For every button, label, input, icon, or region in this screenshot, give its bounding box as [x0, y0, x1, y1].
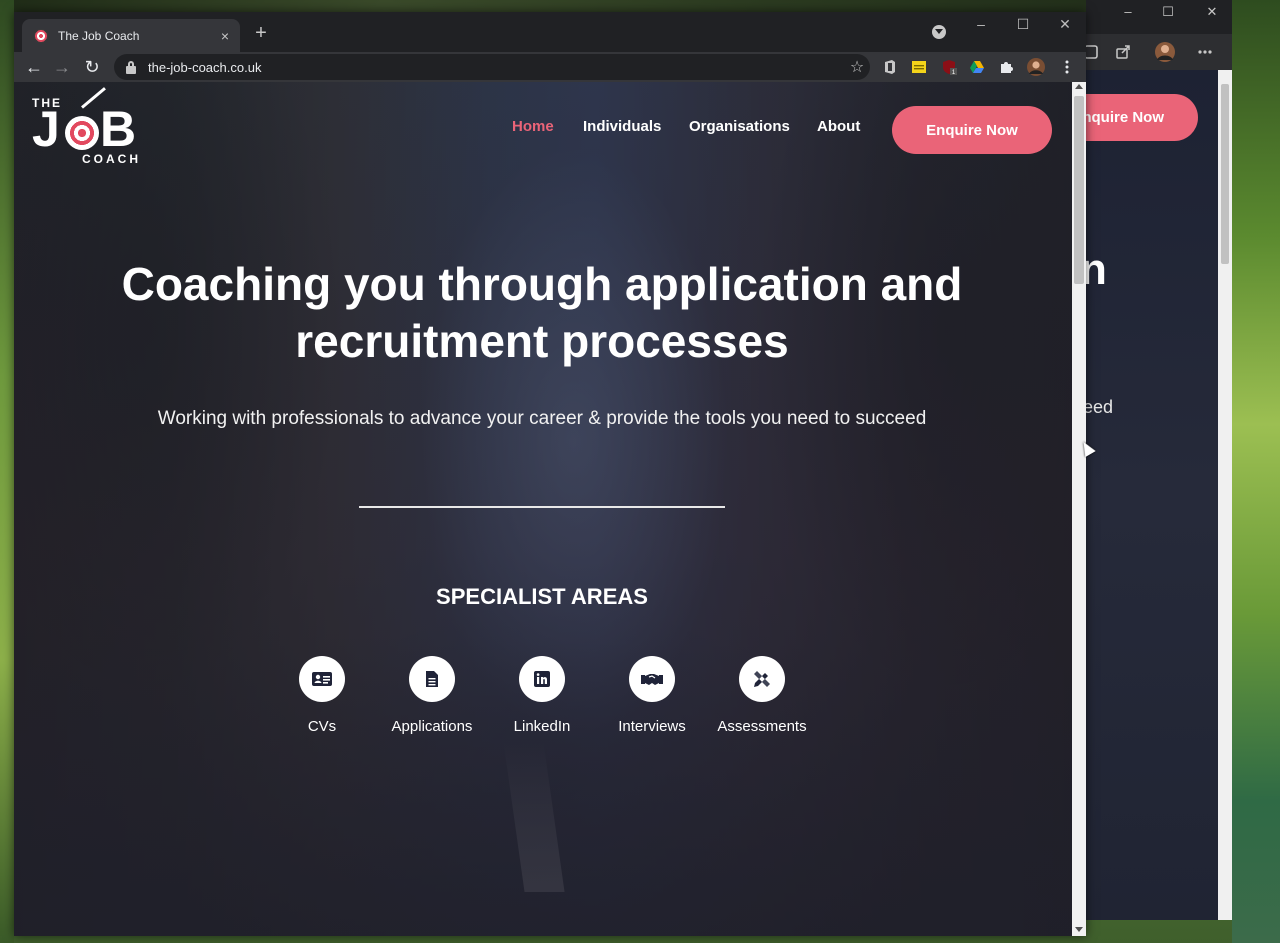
tab-close-icon[interactable]: ×	[214, 28, 236, 44]
tab-search-icon[interactable]	[932, 25, 946, 39]
background-minimize-button[interactable]: –	[1118, 4, 1138, 19]
browser-toolbar: ← → ↻ the-job-coach.co.uk ☆ 1	[14, 52, 1086, 82]
ublock-extension-icon[interactable]: 1	[941, 59, 957, 75]
desktop-wallpaper-left	[0, 0, 14, 943]
background-enquire-button[interactable]: nquire Now	[1086, 94, 1198, 141]
tab-the-job-coach[interactable]: The Job Coach ×	[22, 19, 240, 52]
forward-arrow-icon[interactable]: →	[50, 55, 74, 79]
specialist-area-label: Assessments	[717, 718, 807, 735]
logo-b-letter: B	[100, 101, 137, 157]
specialist-area-label: Applications	[391, 718, 473, 735]
browser-menu-icon[interactable]	[1059, 59, 1075, 75]
profile-avatar-icon[interactable]	[1026, 57, 1046, 77]
specialist-area-interviews[interactable]: Interviews	[597, 656, 707, 735]
linkedin-icon[interactable]	[519, 656, 565, 702]
office-extension-icon[interactable]	[882, 59, 898, 75]
tab-strip: The Job Coach × + – ☐ ✕	[14, 12, 1086, 52]
scroll-up-arrow-icon[interactable]	[1075, 84, 1083, 89]
logo-coach-text: COACH	[82, 152, 141, 166]
specialist-area-label: LinkedIn	[513, 718, 571, 735]
specialist-area-cvs[interactable]: CVs	[267, 656, 377, 735]
specialist-areas-heading: SPECIALIST AREAS	[436, 584, 648, 609]
profile-avatar-icon[interactable]	[1154, 41, 1176, 63]
background-close-button[interactable]: ✕	[1202, 4, 1222, 20]
hero-subtitle: Working with professionals to advance yo…	[157, 408, 927, 429]
lock-icon[interactable]	[124, 60, 138, 74]
target-favicon-icon	[34, 28, 48, 43]
nav-individuals[interactable]: Individuals	[583, 118, 661, 135]
more-options-icon[interactable]	[1196, 43, 1214, 61]
id-card-icon[interactable]	[299, 656, 345, 702]
background-window-titlebar: – ☐ ✕	[1086, 0, 1232, 34]
pencil-ruler-icon[interactable]	[739, 656, 785, 702]
background-page-content: nquire Now n ceed	[1086, 70, 1218, 920]
hero-overlay	[14, 82, 1072, 936]
bookmark-star-icon[interactable]: ☆	[844, 57, 870, 77]
reload-icon[interactable]: ↻	[80, 55, 104, 79]
handshake-icon[interactable]	[629, 656, 675, 702]
specialist-area-label: CVs	[307, 718, 337, 735]
notes-extension-icon[interactable]	[911, 59, 927, 75]
background-scrollbar[interactable]	[1218, 70, 1232, 920]
background-browser-window[interactable]: – ☐ ✕ nquire Now n ceed	[1084, 0, 1232, 920]
browser-window: The Job Coach × + – ☐ ✕ ← → ↻ the-job-co…	[14, 12, 1086, 936]
specialist-area-linkedin[interactable]: LinkedIn	[487, 656, 597, 735]
nav-home[interactable]: Home	[512, 118, 554, 135]
background-subtitle-fragment: ceed	[1086, 397, 1114, 417]
scrollbar-thumb[interactable]	[1074, 96, 1084, 284]
background-window-toolbar	[1084, 34, 1232, 70]
back-arrow-icon[interactable]: ←	[22, 55, 46, 79]
hero-title: Coaching you through application and rec…	[121, 258, 963, 367]
minimize-button[interactable]: –	[966, 16, 996, 32]
specialist-area-applications[interactable]: Applications	[377, 656, 487, 735]
document-icon[interactable]	[409, 656, 455, 702]
specialist-area-label: Interviews	[618, 718, 686, 735]
google-drive-icon[interactable]	[969, 59, 985, 75]
background-maximize-button[interactable]: ☐	[1158, 4, 1178, 20]
url-text[interactable]: the-job-coach.co.uk	[148, 60, 844, 75]
background-scrollbar-thumb[interactable]	[1221, 84, 1229, 264]
enquire-now-button[interactable]: Enquire Now	[892, 106, 1052, 154]
nav-about[interactable]: About	[817, 118, 860, 135]
desktop-wallpaper-right	[1232, 0, 1280, 943]
nav-organisations[interactable]: Organisations	[689, 118, 790, 135]
new-tab-icon[interactable]: +	[250, 22, 272, 45]
scroll-down-arrow-icon[interactable]	[1075, 927, 1083, 932]
page-scrollbar[interactable]	[1072, 82, 1086, 936]
specialist-area-assessments[interactable]: Assessments	[707, 656, 817, 735]
background-heading-fragment: n	[1086, 245, 1107, 294]
maximize-button[interactable]: ☐	[1008, 16, 1038, 33]
extensions-puzzle-icon[interactable]	[998, 59, 1014, 75]
close-window-button[interactable]: ✕	[1050, 16, 1080, 33]
tab-title: The Job Coach	[58, 28, 140, 43]
logo-j-letter: J	[32, 101, 60, 157]
share-icon[interactable]	[1114, 43, 1132, 61]
hero-divider	[359, 506, 725, 508]
site-logo[interactable]: THE J B COACH	[32, 87, 147, 168]
target-icon	[65, 116, 99, 150]
address-bar[interactable]: the-job-coach.co.uk ☆	[114, 54, 870, 80]
page-viewport: THE J B COACH Home Individuals Organisat…	[14, 82, 1072, 936]
